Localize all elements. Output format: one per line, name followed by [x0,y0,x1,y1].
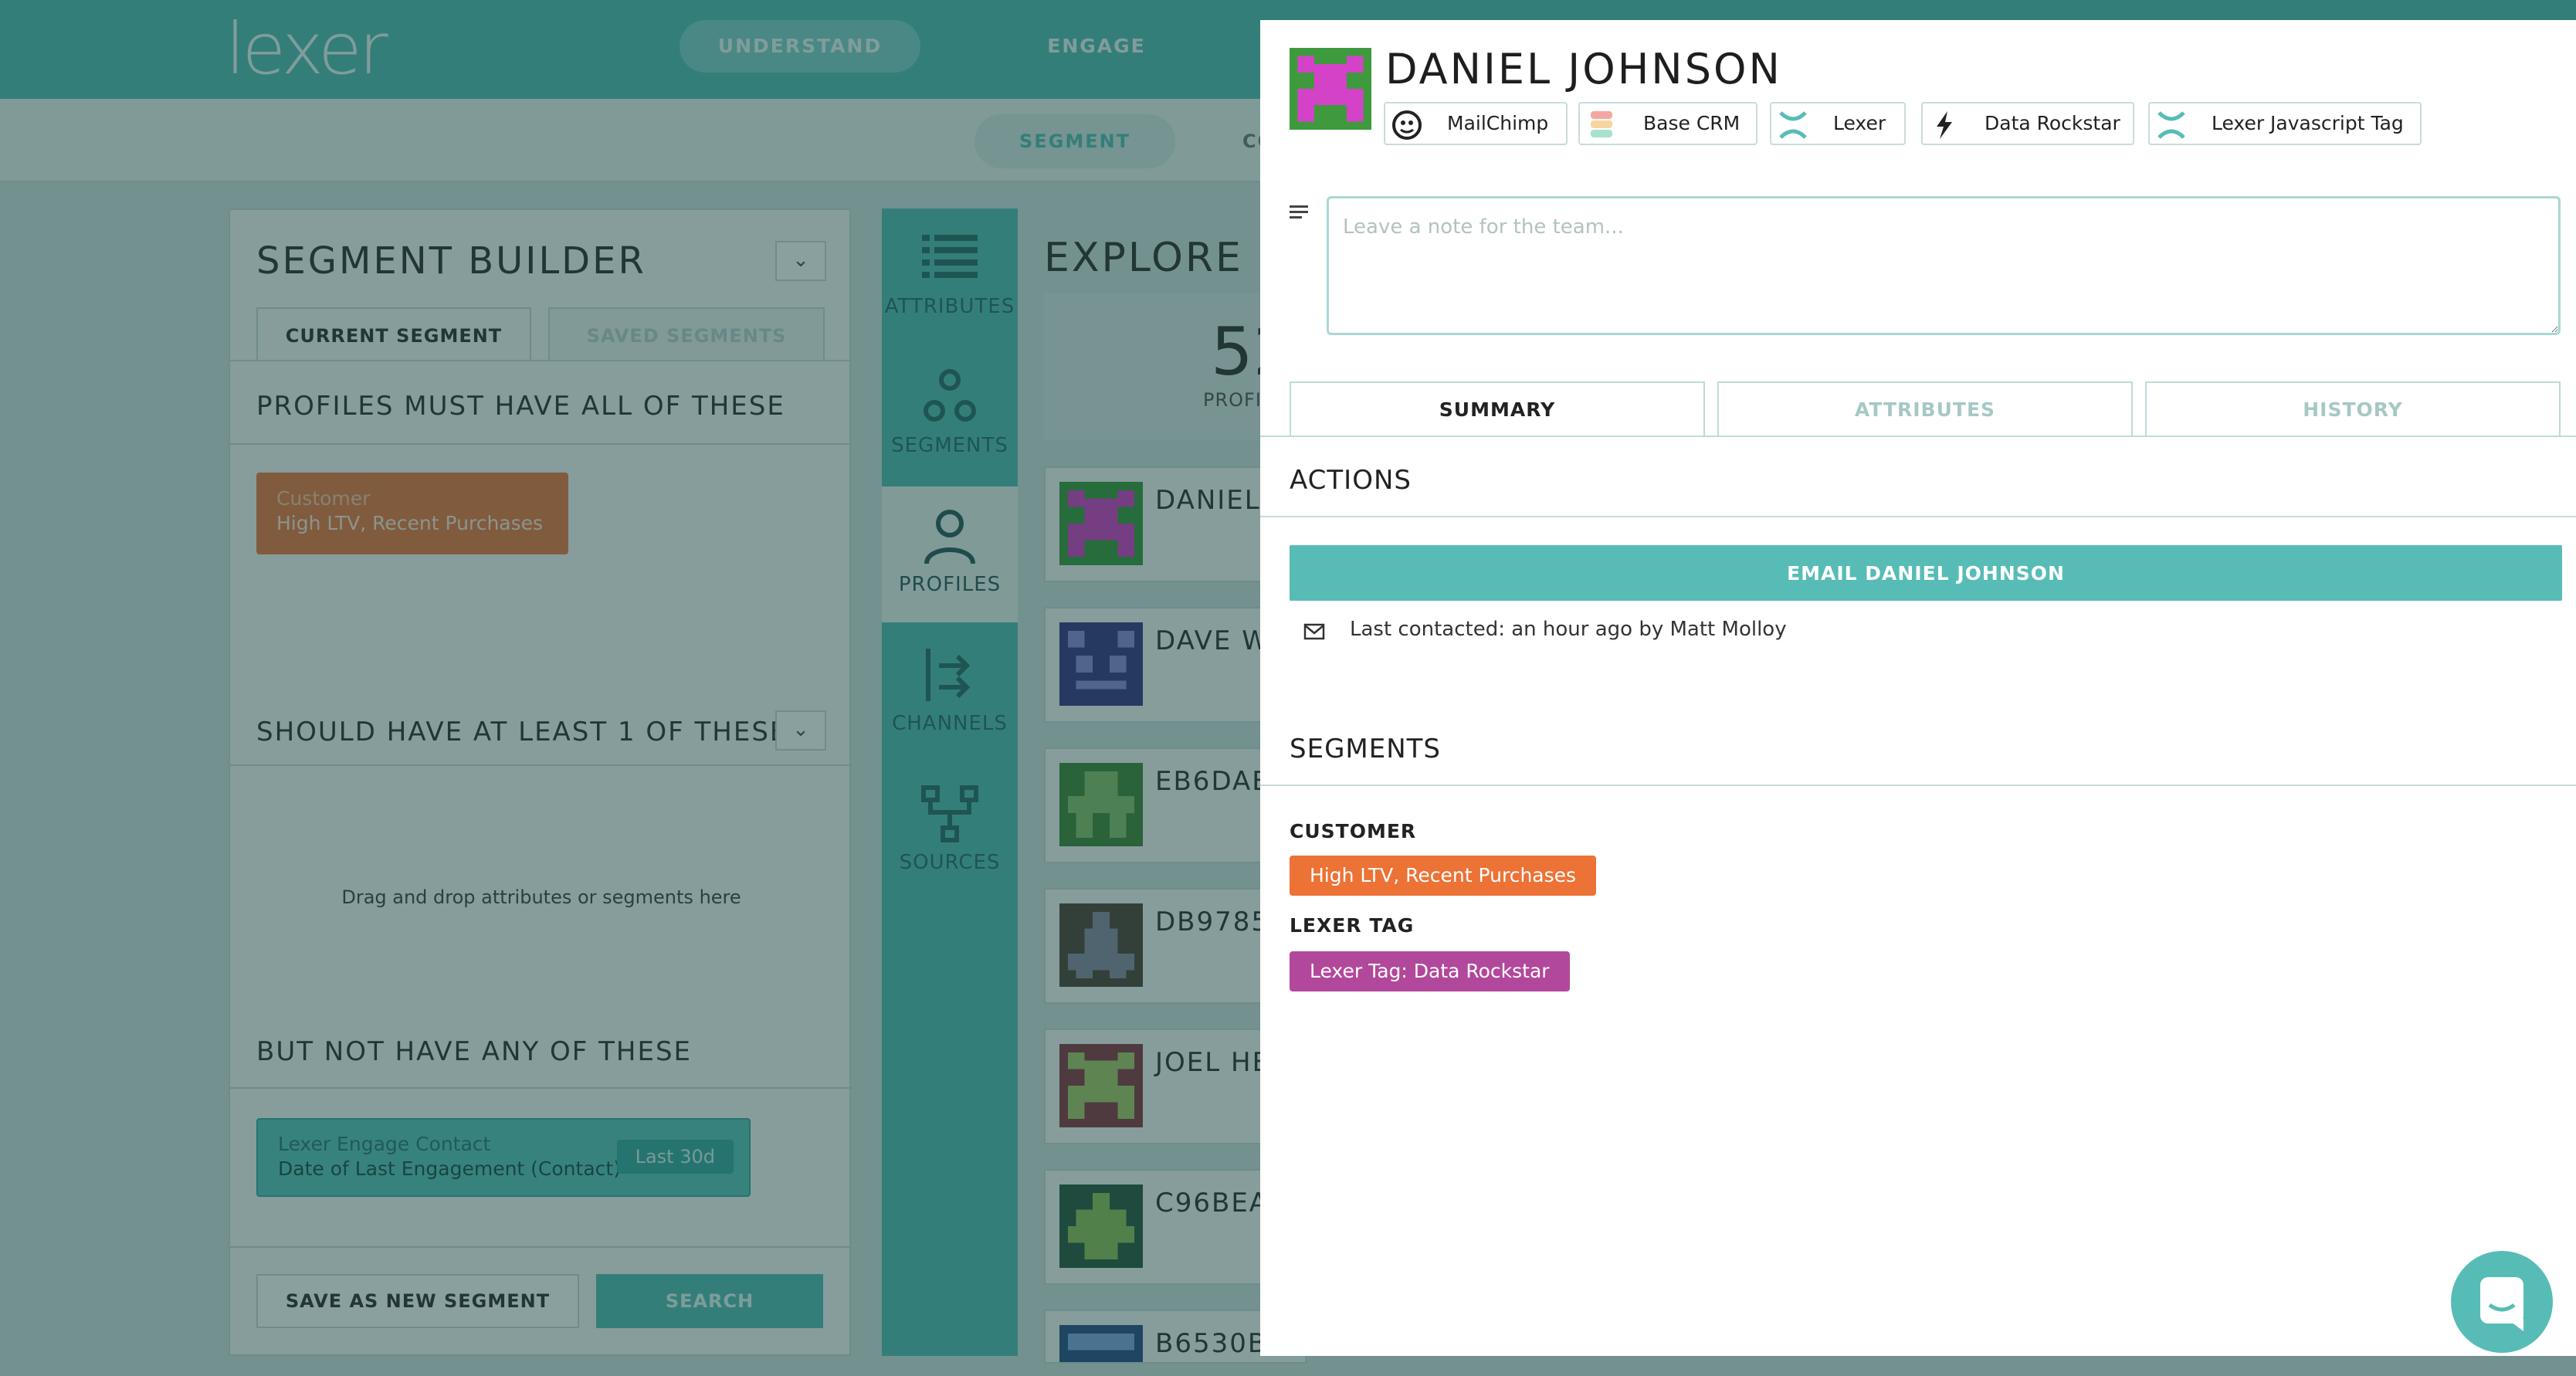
note-icon [1290,205,1308,219]
source-badge-mailchimp[interactable]: MailChimp [1384,102,1568,145]
tab-attributes[interactable]: ATTRIBUTES [1717,381,2133,437]
chat-launcher-button[interactable] [2451,1251,2553,1353]
segment-group-label: CUSTOMER [1290,820,1417,842]
divider [1260,785,2576,786]
source-label: Lexer Javascript Tag [2212,112,2404,134]
segment-tag[interactable]: Lexer Tag: Data Rockstar [1290,951,1570,991]
lexer-icon [1779,111,1807,139]
divider [1260,516,2576,517]
last-contacted-text: Last contacted: an hour ago by Matt Moll… [1350,618,1787,641]
email-profile-button[interactable]: EMAIL DANIEL JOHNSON [1290,545,2562,601]
segments-heading: SEGMENTS [1290,734,1442,764]
base-crm-icon [1591,111,1612,137]
segment-group-label: LEXER TAG [1290,914,1415,937]
tab-summary[interactable]: SUMMARY [1290,381,1705,437]
source-label: Data Rockstar [1985,112,2120,134]
source-badge-lexer-javascript-tag[interactable]: Lexer Javascript Tag [2148,102,2422,145]
actions-heading: ACTIONS [1290,465,1412,496]
profile-avatar [1290,48,1371,130]
lightning-icon [1937,111,1952,139]
mail-icon [1303,623,1325,640]
tab-divider [1260,436,2576,437]
profile-drawer: DANIEL JOHNSON MailChimp Base CRM Lexer … [1260,20,2576,1356]
source-label: MailChimp [1447,112,1549,134]
source-badge-lexer[interactable]: Lexer [1770,102,1906,145]
lexer-icon [2157,111,2185,139]
team-note-input[interactable] [1327,196,2561,335]
tab-history[interactable]: HISTORY [2145,381,2561,437]
profile-name: DANIEL JOHNSON [1385,45,1782,93]
segment-tag[interactable]: High LTV, Recent Purchases [1290,856,1597,896]
source-label: Lexer [1833,112,1886,134]
source-badge-base-crm[interactable]: Base CRM [1578,102,1757,145]
mailchimp-icon [1392,110,1422,140]
chat-icon [2480,1277,2523,1331]
source-badge-data-rockstar[interactable]: Data Rockstar [1921,102,2134,145]
source-label: Base CRM [1643,112,1740,134]
